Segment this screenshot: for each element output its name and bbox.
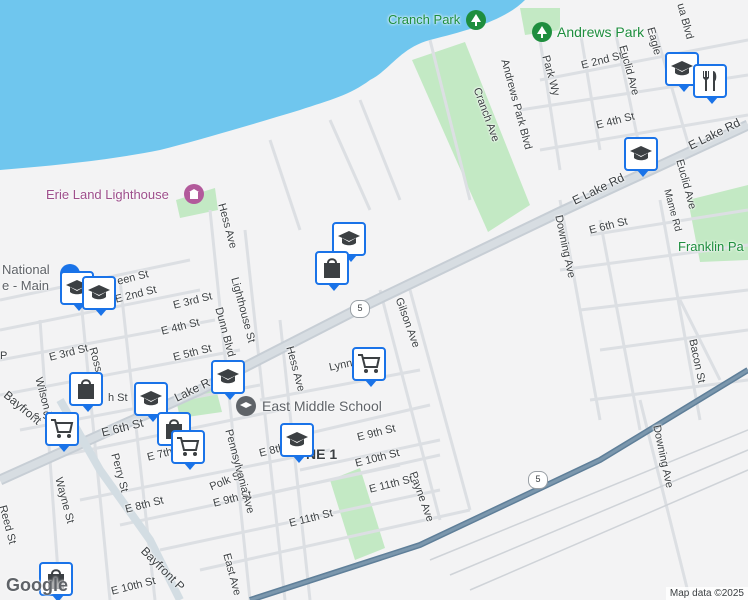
cart-pin-2[interactable] [45,412,79,452]
landmark-icon [184,184,204,204]
school-pin-5[interactable] [82,276,116,316]
graduation-cap-icon [140,391,162,406]
graduation-cap-icon [338,231,360,246]
school-landmark-icon [236,396,256,416]
shopping-cart-icon [358,354,381,373]
p-label: P [0,350,8,362]
shopping-pin-1[interactable] [315,251,349,291]
shopping-cart-icon [51,419,74,438]
route-5-shield-2: 5 [528,471,548,489]
graduation-cap-icon [286,432,308,447]
cart-pin-1[interactable] [352,347,386,387]
erie-land-lighthouse-label: Erie Land Lighthouse [46,187,169,202]
shopping-cart-icon [177,437,200,456]
cart-pin-3[interactable] [171,430,205,470]
shoreline-pier [100,160,118,190]
map-canvas[interactable]: Cranch Park Andrews Park Franklin Pa Eri… [0,0,748,600]
east-middle-school-label: East Middle School [262,398,382,414]
school-pin-6[interactable] [211,360,245,400]
school-pin-2[interactable] [624,137,658,177]
tree-icon [466,10,486,30]
school-pin-7[interactable] [134,382,168,422]
franklin-park-label: Franklin Pa [678,239,744,254]
school-pin-8[interactable] [280,423,314,463]
graduation-cap-icon [671,61,693,76]
map-attribution[interactable]: Map data ©2025 [665,587,748,600]
shopping-bag-icon [78,379,94,399]
shopping-bag-icon [324,258,340,278]
cranch-park-label: Cranch Park [388,12,461,27]
rail-lines [429,429,748,591]
fork-knife-icon [703,71,717,91]
graduation-cap-icon [630,146,652,161]
route-5-shield: 5 [350,300,370,318]
national-label: National [2,262,50,277]
restaurant-pin[interactable] [693,64,727,104]
main-label: e - Main [2,278,49,293]
graduation-cap-icon [217,369,239,384]
shopping-pin-2[interactable] [69,372,103,412]
google-logo[interactable]: Google [6,575,68,596]
h-st-label: h St [108,392,128,404]
graduation-cap-icon [88,285,110,300]
andrews-park-label: Andrews Park [557,24,645,40]
tree-icon [532,22,552,42]
